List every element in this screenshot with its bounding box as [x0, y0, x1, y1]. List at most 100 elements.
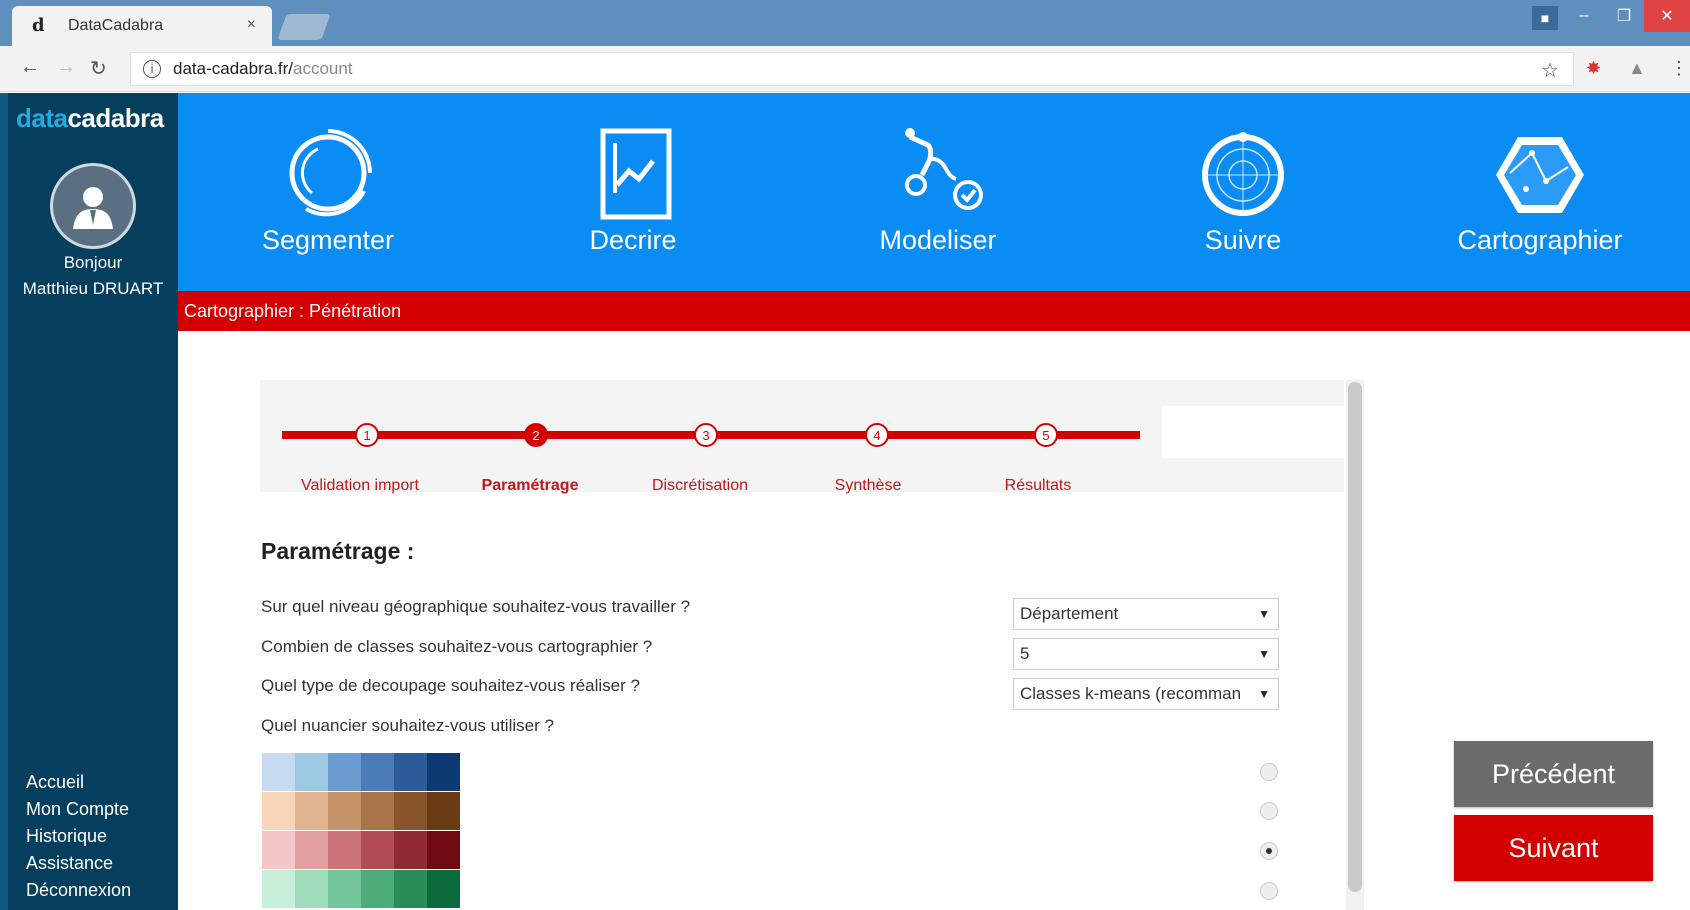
- module-label: Segmenter: [261, 225, 395, 255]
- step-label-validation[interactable]: Validation import: [290, 477, 430, 495]
- bookmark-star-icon[interactable]: ☆: [1541, 58, 1559, 83]
- palette-swatch: [295, 792, 328, 830]
- sidebar-link-deconnexion[interactable]: Déconnexion: [26, 877, 131, 904]
- restore-icon[interactable]: ❐: [1604, 0, 1644, 32]
- palette-blue[interactable]: [262, 753, 460, 791]
- module-modeliser[interactable]: Modeliser: [788, 93, 1088, 291]
- document-chart-icon: [600, 128, 672, 220]
- reload-icon[interactable]: ↻: [90, 56, 107, 81]
- question-palette: Quel nuancier souhaitez-vous utiliser ?: [261, 716, 554, 735]
- sidebar: datacadabra Bonjour Matthieu DRUART Accu…: [0, 93, 178, 910]
- scrollbar-thumb[interactable]: [1348, 382, 1362, 892]
- new-tab-button[interactable]: [277, 14, 331, 40]
- sidebar-link-accueil[interactable]: Accueil: [26, 769, 131, 796]
- url-field[interactable]: i data-cadabra.fr/account ☆: [130, 52, 1574, 86]
- palette-swatch: [427, 870, 460, 908]
- palette-swatch: [328, 753, 361, 791]
- browser-tab[interactable]: d DataCadabra ×: [12, 6, 272, 46]
- sidebar-links: Accueil Mon Compte Historique Assistance…: [26, 769, 131, 904]
- module-label: Cartographier: [1457, 225, 1623, 255]
- window-close-icon[interactable]: ✕: [1644, 0, 1690, 32]
- sidebar-link-mon-compte[interactable]: Mon Compte: [26, 796, 131, 823]
- palette-swatch: [361, 870, 394, 908]
- address-bar: ← → ↻ i data-cadabra.fr/account ☆ ✸ ▲ ⋮: [0, 46, 1690, 92]
- palette-swatch: [394, 831, 427, 869]
- palette-swatch: [361, 792, 394, 830]
- extension-2-icon[interactable]: ▲: [1628, 58, 1646, 79]
- palette-green[interactable]: [262, 870, 460, 908]
- profile-icon[interactable]: ■: [1532, 6, 1558, 30]
- palette-swatch: [427, 792, 460, 830]
- geo-level-value: Département: [1020, 604, 1119, 623]
- favicon-icon: d: [32, 15, 45, 36]
- step-2[interactable]: 2: [524, 423, 548, 447]
- minimize-icon[interactable]: –: [1564, 0, 1604, 32]
- breadcrumb: Cartographier : Pénétration: [178, 291, 1690, 331]
- palette-swatch: [295, 753, 328, 791]
- step-label-discretisation[interactable]: Discrétisation: [630, 477, 770, 495]
- cut-type-value: Classes k-means (recomman: [1020, 684, 1242, 703]
- radar-icon: [1202, 132, 1284, 216]
- palette-swatch: [262, 753, 295, 791]
- previous-button[interactable]: Précédent: [1454, 741, 1653, 807]
- palette-radio-blue[interactable]: [1260, 763, 1278, 781]
- module-label: Modeliser: [879, 225, 997, 255]
- palette-swatch: [262, 870, 295, 908]
- module-decrire[interactable]: Decrire: [483, 93, 783, 291]
- info-icon[interactable]: i: [143, 60, 161, 78]
- palette-radio-red[interactable]: [1260, 842, 1278, 860]
- palette-swatch: [394, 792, 427, 830]
- palette-radio-brown[interactable]: [1260, 802, 1278, 820]
- palette-red[interactable]: [262, 831, 460, 869]
- step-label-synthese[interactable]: Synthèse: [798, 477, 938, 495]
- sidebar-link-historique[interactable]: Historique: [26, 823, 131, 850]
- dropdown-arrow-icon: ▼: [1258, 647, 1270, 661]
- avatar: [50, 163, 136, 249]
- sidebar-link-assistance[interactable]: Assistance: [26, 850, 131, 877]
- palette-swatch: [328, 870, 361, 908]
- cut-type-select[interactable]: Classes k-means (recomman ▼: [1013, 678, 1279, 710]
- url-path: account: [293, 59, 353, 78]
- step-3[interactable]: 3: [694, 423, 718, 447]
- step-5[interactable]: 5: [1034, 423, 1058, 447]
- panel-scrollbar[interactable]: [1346, 380, 1364, 910]
- tab-title: DataCadabra: [68, 17, 164, 34]
- module-cartographier[interactable]: Cartographier: [1390, 93, 1690, 291]
- step-label-resultats[interactable]: Résultats: [968, 477, 1108, 495]
- palette-swatch: [262, 831, 295, 869]
- module-suivre[interactable]: Suivre: [1093, 93, 1393, 291]
- palette-radio-green[interactable]: [1260, 882, 1278, 900]
- palette-swatch: [361, 831, 394, 869]
- stepper-end-area: [1162, 406, 1346, 458]
- palette-swatch: [427, 753, 460, 791]
- dropdown-arrow-icon: ▼: [1258, 687, 1270, 701]
- logo[interactable]: datacadabra: [16, 103, 164, 134]
- forward-icon[interactable]: →: [56, 56, 76, 79]
- next-button[interactable]: Suivant: [1454, 815, 1653, 881]
- palette-swatch: [295, 870, 328, 908]
- window-controls: – ❐ ✕: [1564, 0, 1690, 32]
- user-name: Matthieu DRUART: [22, 279, 164, 298]
- module-header: Segmenter Decrire Modeliser Suivre Carto…: [178, 93, 1690, 291]
- map-hexagon-icon: [1496, 137, 1584, 213]
- step-4[interactable]: 4: [865, 423, 889, 447]
- url-host: data-cadabra.fr/: [173, 59, 294, 78]
- class-count-value: 5: [1020, 644, 1030, 663]
- module-segmenter[interactable]: Segmenter: [178, 93, 478, 291]
- question-cut-type: Quel type de decoupage souhaitez-vous ré…: [261, 676, 640, 695]
- back-icon[interactable]: ←: [20, 56, 40, 79]
- menu-kebab-icon[interactable]: ⋮: [1670, 58, 1688, 79]
- stethoscope-icon: [905, 128, 983, 210]
- palette-swatch: [394, 870, 427, 908]
- step-label-parametrage[interactable]: Paramétrage: [460, 477, 600, 495]
- extension-icon[interactable]: ✸: [1586, 58, 1601, 79]
- palette-swatch: [427, 831, 460, 869]
- module-label: Suivre: [1204, 225, 1282, 255]
- tab-close-icon[interactable]: ×: [247, 16, 256, 34]
- class-count-select[interactable]: 5 ▼: [1013, 638, 1279, 670]
- dropdown-arrow-icon: ▼: [1258, 607, 1270, 621]
- geo-level-select[interactable]: Département ▼: [1013, 598, 1279, 630]
- user-icon: [73, 187, 113, 229]
- palette-brown[interactable]: [262, 792, 460, 830]
- step-1[interactable]: 1: [355, 423, 379, 447]
